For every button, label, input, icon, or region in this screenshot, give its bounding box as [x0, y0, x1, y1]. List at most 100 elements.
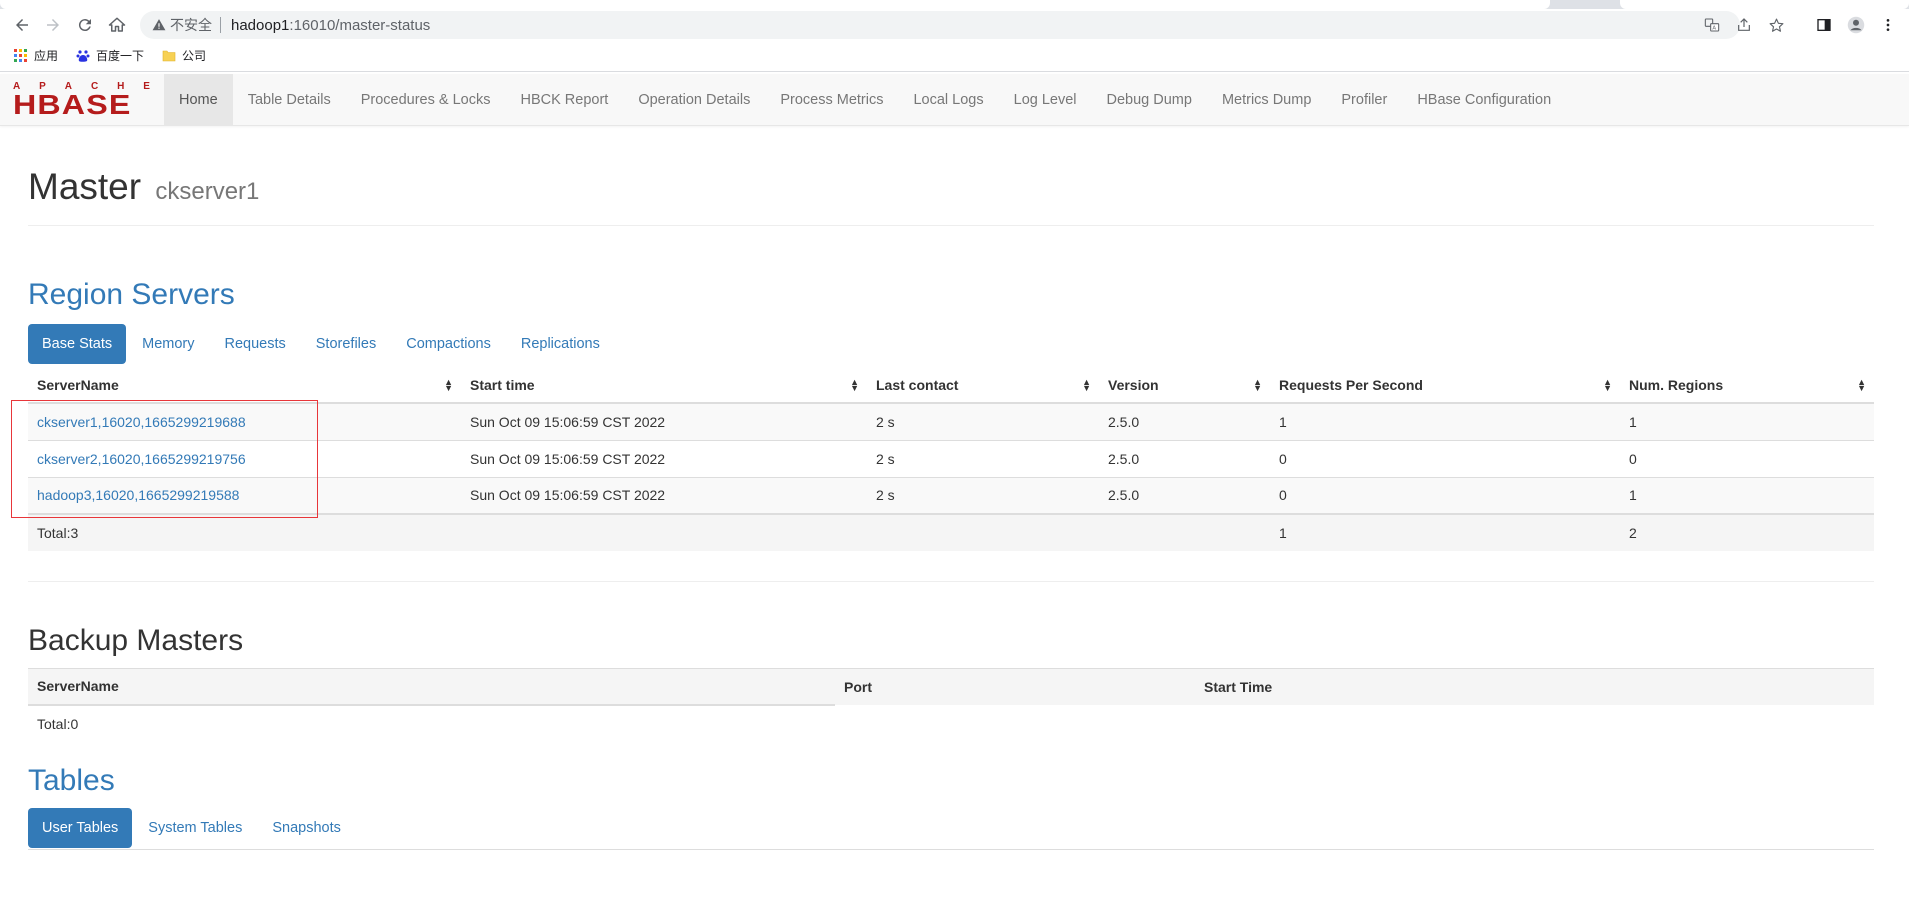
nav-debug-dump[interactable]: Debug Dump: [1092, 74, 1207, 126]
page-title-text: Master: [28, 166, 142, 207]
tab-compactions[interactable]: Compactions: [392, 324, 505, 364]
nav-log-level[interactable]: Log Level: [999, 74, 1092, 126]
hbase-logo[interactable]: A P A C H E HBASE: [13, 82, 150, 120]
tab-base-stats[interactable]: Base Stats: [28, 324, 127, 364]
column-header-requests-per-second[interactable]: Requests Per Second ▲ ▼: [1270, 367, 1620, 404]
table-row: ckserver2,16020,1665299219756 Sun Oct 09…: [28, 439, 1874, 477]
bookmark-label: 公司: [182, 49, 207, 63]
tables-tabs: User Tables System Tables Snapshots: [28, 807, 1874, 848]
tab-system-tables[interactable]: System Tables: [134, 808, 256, 848]
tab-storefiles[interactable]: Storefiles: [302, 324, 390, 364]
start-time-cell: Sun Oct 09 15:06:59 CST 2022: [461, 476, 867, 514]
reload-icon[interactable]: [73, 13, 97, 37]
sort-icon: ▲ ▼: [1253, 377, 1262, 393]
nav-profiler[interactable]: Profiler: [1326, 74, 1402, 126]
requests-cell: 0: [1270, 439, 1620, 477]
home-icon[interactable]: [105, 13, 129, 37]
folder-icon: [162, 50, 176, 61]
section-divider: [28, 581, 1874, 582]
apps-icon: [14, 48, 27, 62]
nav-process-metrics[interactable]: Process Metrics: [765, 74, 898, 126]
column-header-port: Port: [835, 668, 1195, 705]
tab-user-tables[interactable]: User Tables: [28, 807, 133, 848]
bookmark-label: 百度一下: [96, 49, 145, 63]
total-label: Total:0: [37, 715, 79, 732]
tab-requests[interactable]: Requests: [211, 324, 300, 364]
regions-cell: 0: [1620, 439, 1874, 477]
sidepanel-icon[interactable]: [1815, 16, 1833, 34]
start-time-cell: Sun Oct 09 15:06:59 CST 2022: [461, 439, 867, 477]
column-header-start-time[interactable]: Start time ▲ ▼: [461, 367, 867, 404]
column-header-servername[interactable]: ServerName ▲ ▼: [28, 367, 461, 404]
bookmark-apps[interactable]: 应用: [14, 47, 58, 64]
active-tab[interactable]: [0, 0, 1550, 9]
version-cell: 2.5.0: [1099, 402, 1270, 440]
nav-home[interactable]: Home: [164, 74, 233, 126]
column-label: Num. Regions: [1629, 376, 1724, 393]
column-header-last-contact[interactable]: Last contact ▲ ▼: [867, 367, 1099, 404]
total-requests: 1: [1270, 513, 1620, 551]
column-label: Last contact: [876, 376, 959, 393]
nav-local-logs[interactable]: Local Logs: [898, 74, 998, 126]
bookmark-baidu[interactable]: 百度一下: [76, 47, 144, 64]
sort-icon: ▲ ▼: [444, 377, 453, 393]
nav-metrics-dump[interactable]: Metrics Dump: [1207, 74, 1326, 126]
server-name-cell: ckserver2,16020,1665299219756: [28, 439, 461, 477]
column-label: Requests Per Second: [1279, 376, 1423, 393]
server-link[interactable]: hadoop3,16020,1665299219588: [37, 487, 239, 503]
page-title: Master ckserver1: [28, 166, 259, 208]
url-host: hadoop1: [231, 16, 290, 34]
column-header-num-regions[interactable]: Num. Regions ▲ ▼: [1620, 367, 1874, 404]
omnibox-actions: A: [1703, 11, 1909, 39]
server-name-cell: ckserver1,16020,1665299219688: [28, 402, 461, 440]
total-empty: [1099, 513, 1270, 551]
region-servers-title: Region Servers: [28, 278, 235, 311]
sort-icon: ▲ ▼: [1857, 377, 1866, 393]
nav-hbase-configuration[interactable]: HBase Configuration: [1402, 74, 1566, 126]
page-subtitle: ckserver1: [155, 178, 260, 205]
forward-icon[interactable]: [41, 13, 65, 37]
column-header-start-time: Start Time: [1195, 668, 1874, 705]
version-cell: 2.5.0: [1099, 439, 1270, 477]
total-empty: [1195, 705, 1874, 742]
translate-icon[interactable]: A: [1703, 16, 1721, 34]
star-icon[interactable]: [1767, 16, 1785, 34]
sort-icon: ▲ ▼: [1082, 377, 1091, 393]
total-label: Total:3: [28, 513, 461, 551]
total-empty: [461, 513, 867, 551]
nav-operation-details[interactable]: Operation Details: [623, 74, 765, 126]
warning-icon: [152, 19, 166, 31]
bookmark-company[interactable]: 公司: [162, 47, 206, 64]
server-link[interactable]: ckserver1,16020,1665299219688: [37, 414, 246, 430]
url-text[interactable]: hadoop1:16010/master-status: [231, 17, 430, 34]
profile-icon[interactable]: [1847, 16, 1865, 34]
total-row: Total:3 1 2: [28, 513, 1874, 551]
omnibox[interactable]: 不安全 hadoop1:16010/master-status: [140, 11, 1740, 39]
nav-table-details[interactable]: Table Details: [233, 74, 346, 126]
backup-masters-title: Backup Masters: [28, 624, 244, 657]
share-icon[interactable]: [1735, 16, 1753, 34]
nav-hbck-report[interactable]: HBCK Report: [505, 74, 623, 126]
menu-icon[interactable]: [1879, 16, 1897, 34]
column-label: Start time: [470, 376, 535, 393]
inactive-tab[interactable]: [1620, 0, 1909, 9]
tab-replications[interactable]: Replications: [507, 324, 614, 364]
nav-procedures-locks[interactable]: Procedures & Locks: [346, 74, 506, 126]
requests-cell: 0: [1270, 476, 1620, 514]
logo-hbase-text: HBASE: [13, 89, 132, 120]
region-servers-table: ServerName ▲ ▼ Start time ▲ ▼ Last contact ▲ ▼…: [28, 367, 1874, 551]
tab-memory[interactable]: Memory: [128, 324, 208, 364]
column-header-version[interactable]: Version ▲ ▼: [1099, 367, 1270, 404]
sort-icon: ▲ ▼: [850, 377, 859, 393]
bookmarks-bar: 应用 百度一下 公司: [0, 40, 1909, 72]
tab-snapshots[interactable]: Snapshots: [258, 808, 355, 848]
tables-title: Tables: [28, 763, 115, 797]
hbase-navbar: A P A C H E HBASE Home Table Details Pro…: [0, 74, 1909, 126]
column-header-servername: ServerName: [28, 668, 835, 706]
server-name-cell: hadoop3,16020,1665299219588: [28, 476, 461, 514]
version-cell: 2.5.0: [1099, 476, 1270, 514]
security-indicator[interactable]: 不安全: [152, 15, 212, 35]
backup-masters-table: ServerName Port Start Time Total:0: [28, 668, 1874, 742]
back-icon[interactable]: [10, 13, 34, 37]
server-link[interactable]: ckserver2,16020,1665299219756: [37, 451, 246, 467]
